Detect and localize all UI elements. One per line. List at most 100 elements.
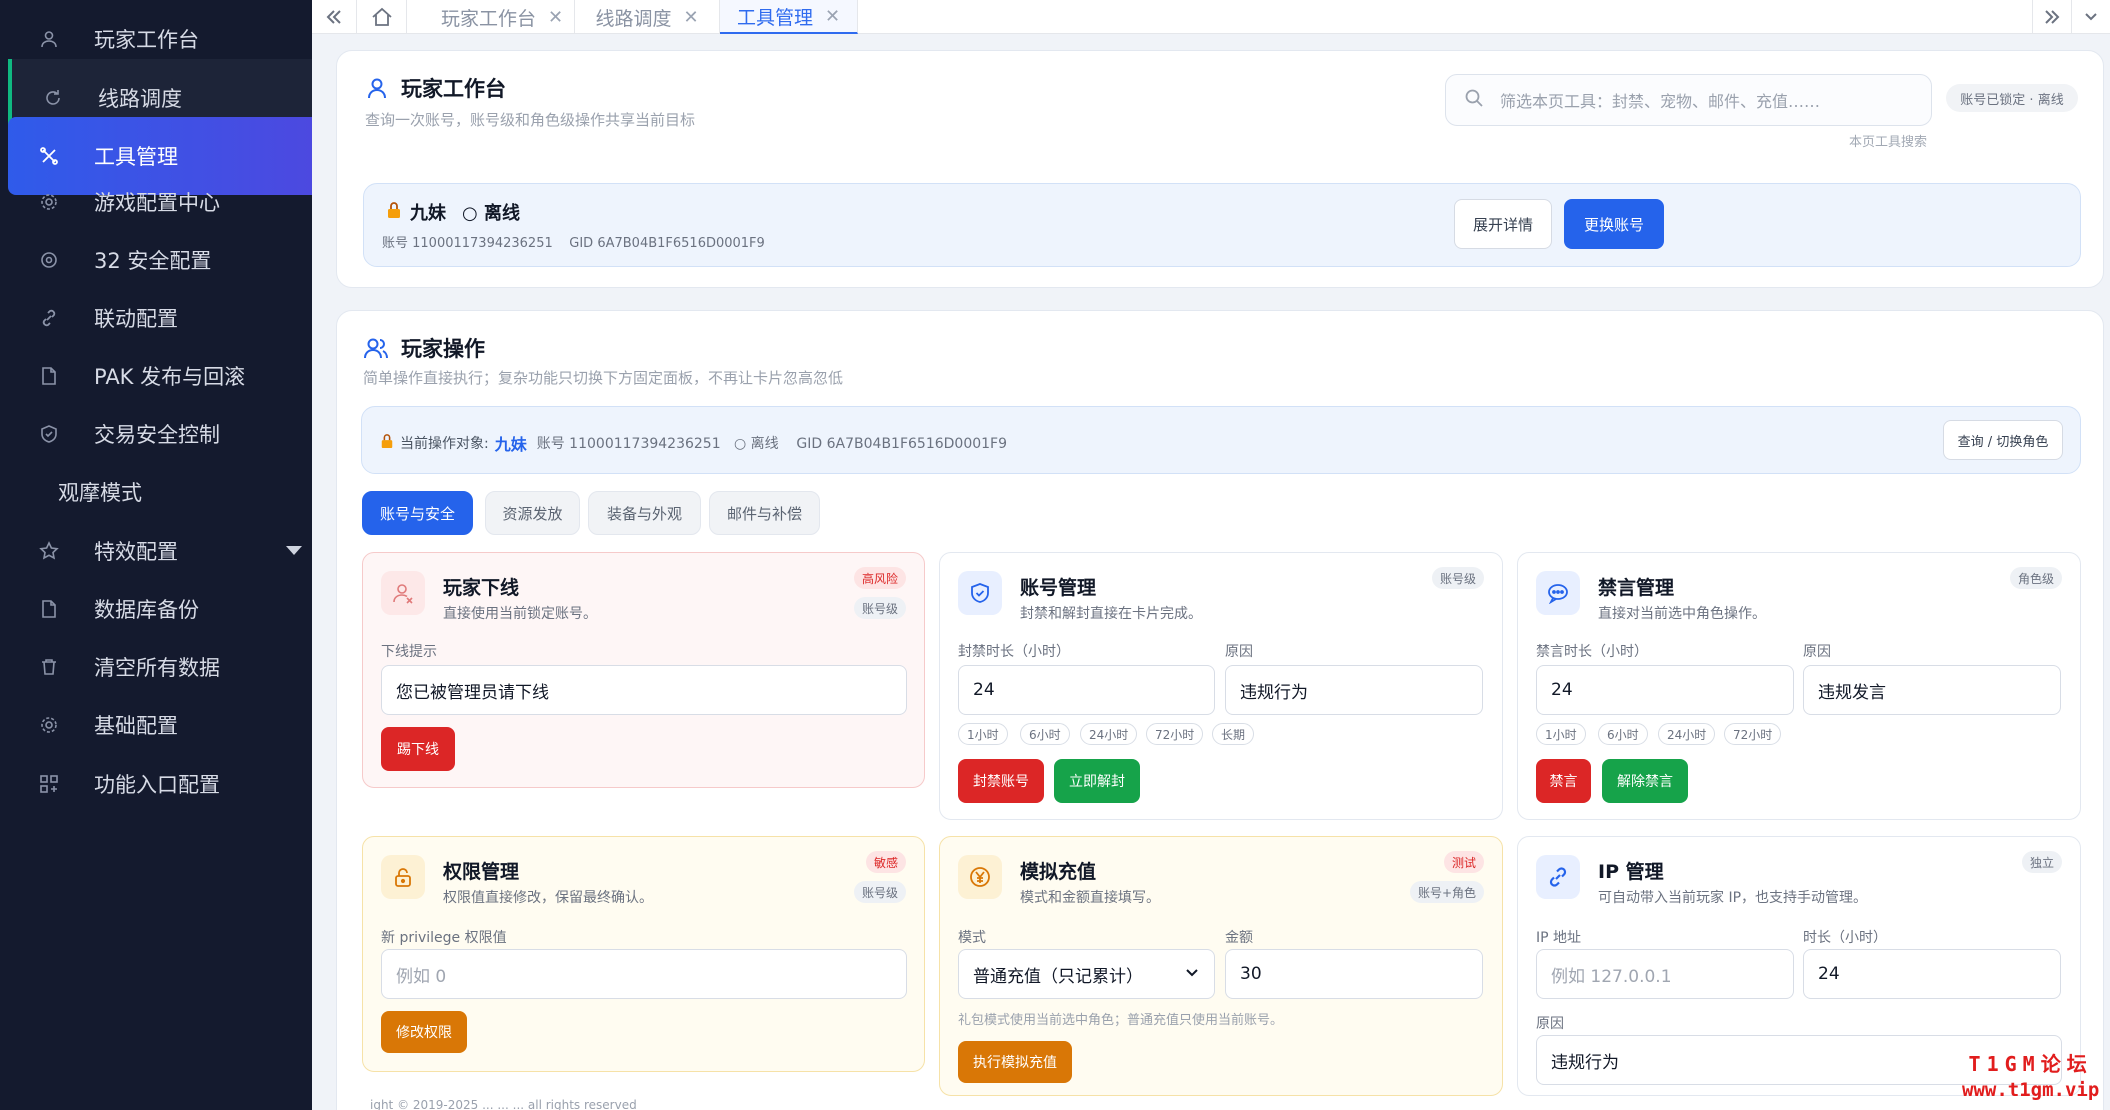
lock-icon [381,855,425,899]
tab-label: 玩家工作台 [440,7,536,30]
page-title: 玩家工作台 [365,73,506,103]
user-x-icon [381,571,425,615]
sidebar-item-label: 特效配置 [94,540,178,564]
segment-equipment[interactable]: 装备与外观 [588,491,701,535]
segment-resource-grant[interactable]: 资源发放 [485,491,580,535]
field-label: 时长（小时） [1803,930,1887,946]
field-label: 禁言时长（小时） [1536,644,1648,660]
card-title: 账号管理 [1020,577,1097,599]
card-title: 模拟充值 [1020,861,1097,883]
field-label: 原因 [1225,644,1253,660]
duration-chip[interactable]: 1小时 [958,723,1008,745]
expand-details-button[interactable]: 展开详情 [1454,199,1552,249]
tabs-menu-button[interactable] [2072,0,2110,34]
home-tab[interactable] [357,0,407,34]
card-title: 禁言管理 [1598,577,1675,599]
file-icon [34,594,64,624]
duration-chip[interactable]: 72小时 [1146,723,1204,745]
account-lock-badge: 账号已锁定 · 离线 [1946,84,2078,112]
duration-chip[interactable]: 6小时 [1598,723,1648,745]
workbench-title: 玩家工作台 [401,77,506,101]
mute-duration-input[interactable]: 24 [1536,665,1794,715]
operations-subtitle: 简单操作直接执行；复杂功能只切换下方固定面板，不再让卡片忽高忽低 [363,369,844,387]
sidebar-item-label: 清空所有数据 [94,656,220,680]
sidebar-item-label: 联动配置 [94,307,178,331]
ban-duration-input[interactable]: 24 [958,665,1215,715]
target-name: 九妹 [494,435,527,454]
sidebar-item-label: 32 安全配置 [94,249,212,273]
ban-reason-input[interactable]: 违规行为 [1225,665,1483,715]
kick-button[interactable]: 踢下线 [381,727,455,771]
close-icon[interactable]: ✕ [825,6,840,27]
field-label: 原因 [1536,1016,1564,1032]
duration-chip[interactable]: 1小时 [1536,723,1586,745]
chat-icon [1536,571,1580,615]
duration-chip[interactable]: 72小时 [1724,723,1782,745]
segment-account-security[interactable]: 账号与安全 [362,491,473,535]
duration-chip[interactable]: 24小时 [1658,723,1716,745]
query-switch-role-button[interactable]: 查询 / 切换角色 [1943,420,2063,460]
tabs-scroll-left-button[interactable] [312,0,357,34]
search-icon [1464,88,1484,112]
chevron-down-icon [1184,964,1200,985]
ban-account-button[interactable]: 封禁账号 [958,759,1044,803]
target-meta: 账号 11000117394236251 ○ 离线 GID 6A7B04B1F6… [536,436,1008,452]
kick-player-card: 玩家下线 直接使用当前锁定账号。 高风险 账号级 下线提示 您已被管理员请下线 … [362,552,925,788]
duration-chip[interactable]: 24小时 [1080,723,1138,745]
link-icon [1536,855,1580,899]
risk-badge: 高风险 [853,567,906,589]
ip-address-input[interactable]: 例如 127.0.0.1 [1536,949,1794,999]
lock-icon [380,433,394,453]
unmute-button[interactable]: 解除禁言 [1602,759,1688,803]
chevron-down-icon[interactable] [286,546,302,555]
close-icon[interactable]: ✕ [683,7,698,28]
unban-button[interactable]: 立即解封 [1054,759,1140,803]
switch-account-button[interactable]: 更换账号 [1564,199,1664,249]
tab-player-workbench[interactable]: 玩家工作台 ✕ [430,0,575,34]
sidebar-item-label: 观摩模式 [58,481,142,505]
privilege-card: 权限管理 权限值直接修改，保留最终确认。 敏感 账号级 新 privilege … [362,836,925,1072]
card-desc: 可自动带入当前玩家 IP，也支持手动管理。 [1598,890,1868,906]
kick-message-input[interactable]: 您已被管理员请下线 [381,665,907,715]
target-label: 当前操作对象: [400,436,489,452]
sidebar-item-label: 功能入口配置 [94,773,220,797]
duration-chip[interactable]: 长期 [1212,723,1255,745]
recharge-amount-input[interactable]: 30 [1225,949,1483,999]
execute-recharge-button[interactable]: 执行模拟充值 [958,1041,1072,1083]
yen-icon [958,855,1002,899]
card-desc: 权限值直接修改，保留最终确认。 [443,890,653,906]
tab-label: 线路调度 [595,7,672,30]
sidebar-item-label: 基础配置 [94,714,178,738]
field-label: 金额 [1225,930,1253,946]
recharge-mode-select[interactable]: 普通充值（只记累计） [958,949,1215,999]
card-title: IP 管理 [1598,861,1664,883]
tab-tool-management[interactable]: 工具管理 ✕ [720,0,858,34]
grid-icon [34,769,64,799]
close-icon[interactable]: ✕ [548,7,563,28]
card-desc: 封禁和解封直接在卡片完成。 [1020,606,1202,622]
ip-duration-input[interactable]: 24 [1803,949,2061,999]
home-icon [371,7,392,26]
sidebar-item-label: 线路调度 [98,87,182,111]
scope-badge: 账号级 [1431,567,1484,589]
duration-chip[interactable]: 6小时 [1020,723,1070,745]
gear-icon [34,187,64,217]
mute-reason-input[interactable]: 违规发言 [1803,665,2061,715]
field-label: 原因 [1803,644,1831,660]
player-name: 九妹 [410,203,446,224]
field-label: 下线提示 [381,644,437,660]
sidebar-item-label: 玩家工作台 [94,28,199,52]
sidebar-item-label: 交易安全控制 [94,423,220,447]
modify-privilege-button[interactable]: 修改权限 [381,1011,467,1053]
field-label: 封禁时长（小时） [958,644,1070,660]
tab-line-dispatch[interactable]: 线路调度 ✕ [575,0,720,34]
segment-mail-compensation[interactable]: 邮件与补偿 [709,491,820,535]
privilege-input[interactable]: 例如 0 [381,949,907,999]
card-title: 玩家下线 [443,577,520,599]
field-label: 新 privilege 权限值 [381,930,507,946]
mute-button[interactable]: 禁言 [1536,759,1591,803]
tool-search-input[interactable]: 筛选本页工具：封禁、宠物、邮件、充值…… [1445,74,1932,126]
sidebar-item-label: PAK 发布与回滚 [94,365,246,389]
tabs-scroll-right-button[interactable] [2032,0,2072,34]
sidebar-item-entry-config[interactable]: 功能入口配置 [8,745,312,823]
